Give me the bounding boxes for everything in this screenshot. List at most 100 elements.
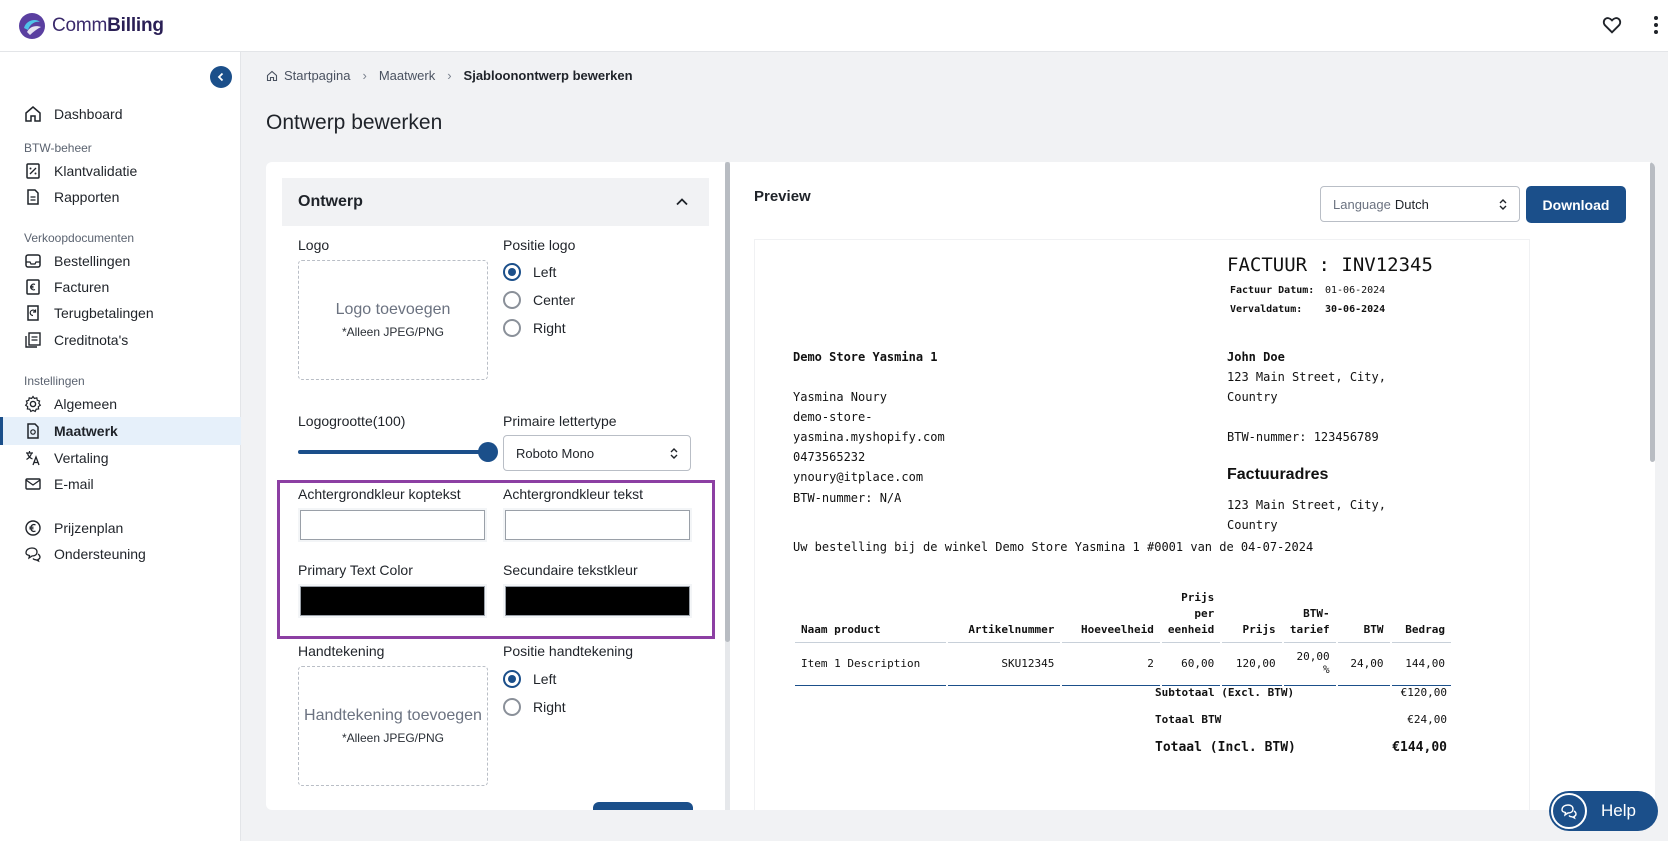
design-section-header[interactable]: Ontwerp <box>282 178 709 226</box>
sidebar-item-label: Rapporten <box>54 189 120 205</box>
seller-line: BTW-nummer: N/A <box>793 491 902 505</box>
col-header: BTW- tarief <box>1283 590 1336 643</box>
col-header: BTW <box>1337 590 1390 643</box>
table-cell: Item 1 Description <box>795 643 946 686</box>
sidebar-collapse-button[interactable] <box>210 66 232 88</box>
sidebar-item-bestellingen[interactable]: Bestellingen <box>0 247 241 275</box>
home-icon <box>25 106 41 122</box>
chat-icon <box>25 547 41 563</box>
brand-name: CommBilling <box>52 14 164 36</box>
vat-total-label: Totaal BTW <box>1155 713 1222 726</box>
invoice-due-value: 30-06-2024 <box>1325 304 1386 315</box>
sidebar-item-label: Dashboard <box>54 106 123 122</box>
logo-size-slider-track[interactable] <box>298 450 488 454</box>
sidebar-item-label: Facturen <box>54 279 110 295</box>
gear-icon <box>24 395 42 413</box>
invoice-date-label: Factuur Datum: <box>1230 285 1315 296</box>
sidebar-item-ondersteuning[interactable]: Ondersteuning <box>0 540 241 568</box>
design-panel: Ontwerp Logo Logo toevoegen *Alleen JPEG… <box>266 162 725 810</box>
invoice-items-table: Naam product Artikelnummer Hoeveelheid P… <box>793 590 1453 686</box>
custom-doc-icon <box>27 423 39 439</box>
signature-dropzone[interactable]: Handtekening toevoegen *Alleen JPEG/PNG <box>298 666 488 786</box>
sidebar-item-prijzenplan[interactable]: Prijzenplan <box>0 514 241 542</box>
font-select[interactable]: Roboto Mono <box>503 435 691 471</box>
customer-name: John Doe <box>1227 350 1285 364</box>
breadcrumb-home[interactable]: Startpagina <box>284 68 351 83</box>
sidebar-item-vertaling[interactable]: Vertaling <box>0 444 241 472</box>
logo-dropzone-hint: *Alleen JPEG/PNG <box>341 325 445 339</box>
sidebar-item-dashboard[interactable]: Dashboard <box>0 100 241 128</box>
sidebar-item-maatwerk[interactable]: Maatwerk <box>0 417 241 445</box>
radio-label: Center <box>533 292 576 308</box>
sidebar-section-instellingen: Instellingen <box>24 374 85 388</box>
home-icon <box>266 70 278 81</box>
bg-text-color-input[interactable] <box>503 508 692 542</box>
more-options-icon[interactable] <box>1652 14 1660 36</box>
col-header: Artikelnummer <box>947 590 1061 643</box>
col-header: Prijs per eenheid <box>1161 590 1221 643</box>
billing-line: 123 Main Street, City, <box>1227 498 1386 512</box>
sidebar-item-creditnotas[interactable]: Creditnota's <box>0 326 241 354</box>
sidebar-item-label: Vertaling <box>54 450 109 466</box>
design-section-title: Ontwerp <box>298 193 363 210</box>
sidebar-item-label: Algemeen <box>54 396 118 412</box>
table-cell: 2 <box>1062 643 1160 686</box>
sidebar-item-email[interactable]: E-mail <box>0 470 241 498</box>
logo-position-left[interactable]: Left <box>503 263 556 281</box>
table-cell: 24,00 <box>1337 643 1390 686</box>
order-note: Uw bestelling bij de winkel Demo Store Y… <box>793 540 1314 554</box>
secondary-text-color-label: Secundaire tekstkleur <box>503 562 638 578</box>
col-header: Naam product <box>795 590 946 643</box>
sidebar-item-label: Creditnota's <box>54 332 129 348</box>
signature-position-left[interactable]: Left <box>503 670 556 688</box>
signature-dropzone-title: Handtekening toevoegen <box>304 707 482 724</box>
total-value: €144,00 <box>1392 740 1447 755</box>
sidebar-item-label: Bestellingen <box>54 253 131 269</box>
sidebar: Dashboard BTW-beheer Klantvalidatie Rapp… <box>0 52 241 841</box>
brand[interactable]: CommBilling <box>18 12 164 40</box>
sidebar-item-klantvalidatie[interactable]: Klantvalidatie <box>0 157 241 185</box>
breadcrumb-maatwerk[interactable]: Maatwerk <box>379 68 435 83</box>
bg-header-color-input[interactable] <box>298 508 487 542</box>
logo-dropzone[interactable]: Logo toevoegen *Alleen JPEG/PNG <box>298 260 488 380</box>
radio-label: Left <box>533 671 557 687</box>
heart-icon[interactable] <box>1601 14 1623 36</box>
radio-label: Left <box>533 264 557 280</box>
download-button[interactable]: Download <box>1526 186 1626 223</box>
primary-text-color-input[interactable] <box>298 584 487 618</box>
logo-label: Logo <box>298 237 330 253</box>
customer-vat: BTW-nummer: 123456789 <box>1227 430 1379 444</box>
breadcrumb: Startpagina › Maatwerk › Sjabloonontwerp… <box>266 68 633 83</box>
chevron-right-icon: › <box>447 68 452 83</box>
editor-card: Ontwerp Logo Logo toevoegen *Alleen JPEG… <box>266 162 1655 810</box>
select-arrows-icon <box>670 448 678 459</box>
sidebar-item-rapporten[interactable]: Rapporten <box>0 183 241 211</box>
logo-size-slider-handle[interactable] <box>478 442 498 462</box>
billing-line: Country <box>1227 518 1278 532</box>
table-header-row: Naam product Artikelnummer Hoeveelheid P… <box>795 590 1451 643</box>
save-button[interactable] <box>593 802 693 810</box>
page-title: Ontwerp bewerken <box>266 111 443 134</box>
billing-heading: Factuuradres <box>1227 466 1329 483</box>
top-bar: CommBilling <box>0 0 1668 52</box>
invoice-preview: FACTUUR : INV12345 Factuur Datum: 01-06-… <box>755 240 1529 810</box>
radio-unchecked-icon <box>503 291 521 309</box>
sidebar-item-label: Ondersteuning <box>54 546 146 562</box>
sidebar-item-algemeen[interactable]: Algemeen <box>0 390 241 418</box>
brand-logo-icon <box>19 12 45 39</box>
seller-line: ynoury@itplace.com <box>793 470 924 484</box>
language-select[interactable]: Language Dutch <box>1320 186 1520 222</box>
signature-position-right[interactable]: Right <box>503 698 566 716</box>
sidebar-item-terugbetalingen[interactable]: Terugbetalingen <box>0 299 241 327</box>
secondary-text-color-input[interactable] <box>503 584 692 618</box>
sidebar-item-facturen[interactable]: Facturen <box>0 273 241 301</box>
preview-scrollbar[interactable] <box>1650 162 1655 462</box>
inbox-icon <box>25 254 41 268</box>
radio-label: Right <box>533 699 566 715</box>
radio-label: Right <box>533 320 566 336</box>
help-button[interactable]: Help <box>1549 791 1658 831</box>
seller-line: Yasmina Noury <box>793 390 887 404</box>
logo-position-center[interactable]: Center <box>503 291 575 309</box>
logo-position-right[interactable]: Right <box>503 319 566 337</box>
design-panel-scrollbar[interactable] <box>725 162 730 642</box>
